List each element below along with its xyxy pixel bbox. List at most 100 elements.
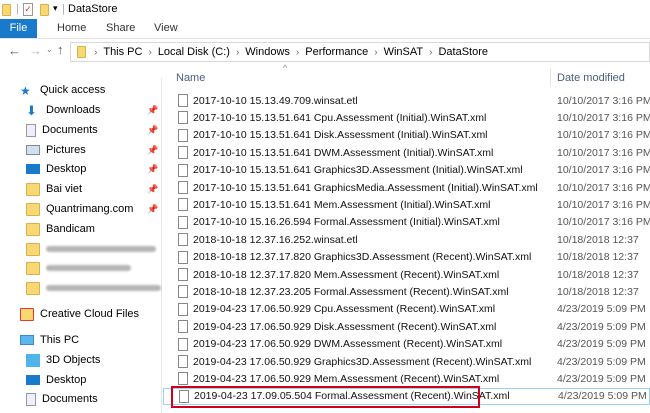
forward-arrow-icon[interactable]: → <box>29 43 42 58</box>
file-row[interactable]: 2017-10-10 15.13.51.641 GraphicsMedia.As… <box>163 179 650 196</box>
file-name: 2018-10-18 12.37.17.820 Graphics3D.Asses… <box>193 251 532 264</box>
file-date-modified: 4/23/2019 5:09 PM <box>558 390 647 403</box>
nav-3d-objects[interactable]: 3D Objects <box>26 351 100 369</box>
file-name: 2017-10-10 15.13.51.641 DWM.Assessment (… <box>193 146 494 159</box>
nav-label: This PC <box>40 334 80 346</box>
new-folder-icon[interactable] <box>40 4 49 16</box>
chevron-right-icon[interactable]: › <box>374 47 377 58</box>
file-icon <box>178 268 188 281</box>
sort-ascending-icon: ^ <box>283 63 288 73</box>
chevron-right-icon[interactable]: › <box>429 47 432 58</box>
file-row[interactable]: 2017-10-10 15.13.51.641 DWM.Assessment (… <box>163 144 650 161</box>
nav-downloads[interactable]: ⬇ Downloads 📌 <box>26 101 162 119</box>
file-icon <box>178 233 188 247</box>
nav-desktop[interactable]: Desktop 📌 <box>26 160 162 178</box>
tab-file[interactable]: File <box>0 19 37 38</box>
file-date-modified: 4/23/2019 5:09 PM <box>557 320 646 333</box>
highlight-box <box>171 386 480 408</box>
file-icon <box>178 163 188 177</box>
nav-label: 3D Objects <box>46 354 101 366</box>
nav-label: Documents <box>42 393 98 405</box>
file-row[interactable]: 2017-10-10 15.13.51.641 Cpu.Assessment (… <box>163 109 650 126</box>
chevron-right-icon[interactable]: › <box>236 47 239 58</box>
file-row[interactable]: 2019-04-23 17.06.50.929 DWM.Assessment (… <box>163 336 650 353</box>
file-row[interactable]: 2018-10-18 12.37.17.820 Mem.Assessment (… <box>163 266 650 283</box>
file-icon <box>178 285 188 299</box>
file-row[interactable]: 2017-10-10 15.13.49.709.winsat.etl 10/10/… <box>163 92 650 109</box>
file-row[interactable]: 2017-10-10 15.16.26.594 Formal.Assessmen… <box>163 214 650 231</box>
nav-pc-desktop[interactable]: Desktop <box>26 371 86 389</box>
quick-access-toolbar-dropdown-icon[interactable]: ▾ <box>53 3 58 14</box>
back-arrow-icon[interactable]: ← <box>8 43 21 58</box>
nav-this-pc[interactable]: This PC <box>20 331 79 349</box>
tab-view[interactable]: View <box>154 19 178 38</box>
file-row[interactable]: 2018-10-18 12.37.16.252.winsat.etl 10/18/… <box>163 231 650 248</box>
up-arrow-icon[interactable]: ↑ <box>57 42 64 57</box>
file-date-modified: 10/10/2017 3:16 PM <box>557 111 650 124</box>
file-row[interactable]: 2017-10-10 15.13.51.641 Graphics3D.Asses… <box>163 162 650 179</box>
pin-icon[interactable]: 📌 <box>147 125 158 136</box>
nav-pictures[interactable]: Pictures 📌 <box>26 141 162 159</box>
nav-redacted-folder[interactable] <box>26 259 131 277</box>
title-bar: | ✓ ▾ | DataStore <box>0 0 650 20</box>
breadcrumb-this-pc[interactable]: This PC <box>103 46 142 58</box>
nav-label: Documents <box>42 124 98 136</box>
file-name: 2018-10-18 12.37.17.820 Mem.Assessment (… <box>193 268 500 281</box>
file-date-modified: 10/18/2018 12:37 <box>557 268 639 281</box>
desktop-icon <box>26 164 40 174</box>
nav-quick-access[interactable]: ★ Quick access <box>20 81 105 99</box>
pin-icon[interactable]: 📌 <box>147 145 158 156</box>
column-header-name[interactable]: Name <box>176 72 205 84</box>
nav-pc-documents[interactable]: Documents <box>26 390 98 408</box>
nav-documents[interactable]: Documents 📌 <box>26 121 162 139</box>
breadcrumb-performance[interactable]: Performance <box>305 46 368 58</box>
nav-redacted-folder[interactable] <box>26 279 161 297</box>
file-row[interactable]: 2019-04-23 17.06.50.929 Cpu.Assessment (… <box>163 301 650 318</box>
tab-share[interactable]: Share <box>106 19 135 38</box>
file-name: 2019-04-23 17.06.50.929 Disk.Assessment … <box>193 320 497 333</box>
file-row[interactable]: 2018-10-18 12.37.23.205 Formal.Assessmen… <box>163 283 650 300</box>
desktop-icon <box>26 375 40 385</box>
file-row[interactable]: 2017-10-10 15.13.51.641 Disk.Assessment … <box>163 127 650 144</box>
folder-icon <box>77 46 86 58</box>
file-date-modified: 10/10/2017 3:16 PM <box>557 129 650 142</box>
divider: | <box>62 3 65 15</box>
breadcrumb-local-disk[interactable]: Local Disk (C:) <box>158 46 230 58</box>
breadcrumb-windows[interactable]: Windows <box>245 46 290 58</box>
chevron-right-icon[interactable]: › <box>296 47 299 58</box>
file-row[interactable]: 2019-04-23 17.06.50.929 Mem.Assessment (… <box>163 370 650 387</box>
pin-icon[interactable]: 📌 <box>147 164 158 175</box>
recent-locations-chevron-icon[interactable]: ⌄ <box>46 45 53 54</box>
file-icon <box>178 302 188 316</box>
properties-icon[interactable]: ✓ <box>23 3 33 16</box>
column-divider[interactable] <box>550 68 551 86</box>
folder-icon <box>26 261 40 275</box>
nav-creative-cloud[interactable]: Creative Cloud Files <box>20 305 139 323</box>
chevron-right-icon[interactable]: › <box>148 47 151 58</box>
nav-quantrimang[interactable]: Quantrimang.com 📌 <box>26 200 162 218</box>
column-header-date-modified[interactable]: Date modified <box>557 72 625 84</box>
pin-icon[interactable]: 📌 <box>147 204 158 215</box>
breadcrumb-winsat[interactable]: WinSAT <box>384 46 424 58</box>
breadcrumb-datastore[interactable]: DataStore <box>438 46 488 58</box>
address-input[interactable]: › This PC › Local Disk (C:) › Windows › Per… <box>70 42 650 62</box>
file-icon <box>178 320 188 334</box>
file-row[interactable]: 2018-10-18 12.37.17.820 Graphics3D.Asses… <box>163 249 650 266</box>
file-name: 2019-04-23 17.06.50.929 Graphics3D.Asses… <box>193 355 532 368</box>
file-row[interactable]: 2019-04-23 17.06.50.929 Disk.Assessment … <box>163 318 650 335</box>
pin-icon[interactable]: 📌 <box>147 105 158 116</box>
file-row[interactable]: 2017-10-10 15.13.51.641 Mem.Assessment (… <box>163 196 650 213</box>
nav-bandicam[interactable]: Bandicam <box>26 220 95 238</box>
nav-bai-viet[interactable]: Bai viet 📌 <box>26 180 162 198</box>
pin-icon[interactable]: 📌 <box>147 184 158 195</box>
folder-icon <box>26 281 40 295</box>
folder-icon <box>2 4 11 16</box>
star-icon: ★ <box>20 83 31 98</box>
nav-redacted-folder[interactable] <box>26 240 156 258</box>
chevron-right-icon: › <box>94 46 98 58</box>
nav-label: Quick access <box>40 84 106 96</box>
file-row[interactable]: 2019-04-23 17.06.50.929 Graphics3D.Asses… <box>163 353 650 370</box>
tab-home[interactable]: Home <box>57 19 86 38</box>
3d-objects-icon <box>26 353 40 367</box>
file-date-modified: 10/10/2017 3:16 PM <box>557 181 650 194</box>
